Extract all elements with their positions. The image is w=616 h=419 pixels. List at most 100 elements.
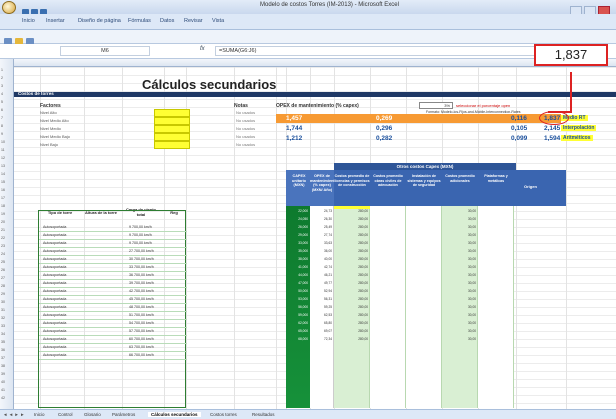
row-number[interactable]: 42 (1, 396, 5, 400)
cell-capex: 26,000 (298, 225, 308, 229)
cell-lic: 280,00 (358, 241, 368, 245)
row-headers[interactable]: 1 2 3 4 5 6 7 8 9 10 11 12 13 14 15 16 17 18 19 20 21 22 23 24 2… (0, 59, 14, 409)
row-number[interactable]: 16 (1, 188, 5, 192)
tab-revisar[interactable]: Revisar (184, 18, 203, 24)
opex-dropdown[interactable]: 3% (419, 102, 453, 109)
factor-input[interactable] (154, 125, 190, 133)
cell-adic: 30,00 (468, 249, 476, 253)
table-row[interactable]: Autosoportada 54 700,00 km/h (39, 320, 187, 328)
row-number[interactable]: 7 (1, 116, 3, 120)
sheet-tabs: ◄ ◄ ► ► Inicio Control Glosario Parámetr… (0, 409, 616, 419)
office-button-icon[interactable] (2, 1, 16, 14)
row-number[interactable]: 32 (1, 316, 5, 320)
table-row[interactable]: Autosoportada 27 700,00 km/h (39, 248, 187, 256)
row-number[interactable]: 20 (1, 220, 5, 224)
table-row[interactable]: Autosoportada 51 700,00 km/h (39, 312, 187, 320)
row-number[interactable]: 38 (1, 364, 5, 368)
sheet-nav-arrows[interactable]: ◄ ◄ ► ► (3, 412, 25, 417)
row-number[interactable]: 9 (1, 132, 3, 136)
row-number[interactable]: 36 (1, 348, 5, 352)
row-number[interactable]: 33 (1, 324, 5, 328)
fx-icon[interactable]: fx (200, 46, 205, 52)
tab-vista[interactable]: Vista (212, 18, 224, 24)
row-number[interactable]: 19 (1, 212, 5, 216)
table-row[interactable]: Autosoportada 36 700,00 km/h (39, 272, 187, 280)
row-number[interactable]: 25 (1, 260, 5, 264)
table-row[interactable]: Autosoportada 9 700,00 km/h (39, 240, 187, 248)
cell-tipo: Autosoportada (43, 257, 67, 261)
cell-carga: 33 700,00 km/h (129, 265, 154, 269)
sheet-tab[interactable]: Parámetros (112, 412, 135, 417)
row-number[interactable]: 2 (1, 76, 3, 80)
table-row[interactable]: Autosoportada 9 700,00 km/h (39, 232, 187, 240)
row-number[interactable]: 15 (1, 180, 5, 184)
tab-insertar[interactable]: Insertar (46, 18, 65, 24)
row-number[interactable]: 39 (1, 372, 5, 376)
table-row[interactable]: Autosoportada 48 700,00 km/h (39, 304, 187, 312)
row-number[interactable]: 35 (1, 340, 5, 344)
cell-opex: 46,21 (324, 273, 332, 277)
sheet-tab[interactable]: Resultados (252, 412, 275, 417)
tab-inicio[interactable]: Inicio (22, 18, 35, 24)
cell-opex: 26,30 (324, 217, 332, 221)
tab-diseno-pagina[interactable]: Diseño de página (78, 18, 121, 24)
tab-formulas[interactable]: Fórmulas (128, 18, 151, 24)
row-number[interactable]: 41 (1, 388, 5, 392)
formula-input[interactable]: =SUMA(G6:J6) (215, 46, 535, 56)
row-number[interactable]: 22 (1, 236, 5, 240)
table-row[interactable]: Autosoportada 66 700,00 km/h (39, 352, 187, 360)
row-number[interactable]: 40 (1, 380, 5, 384)
result-value: 0,105 (511, 125, 528, 132)
row-number[interactable]: 14 (1, 172, 5, 176)
row-number[interactable]: 31 (1, 308, 5, 312)
sheet-tab-active[interactable]: Cálculos secundarios (148, 412, 201, 417)
row-number[interactable]: 29 (1, 292, 5, 296)
factor-input[interactable] (154, 133, 190, 141)
table-row[interactable]: Autosoportada 45 700,00 km/h (39, 296, 187, 304)
table-row[interactable]: Autosoportada 57 700,00 km/h (39, 328, 187, 336)
tab-datos[interactable]: Datos (160, 18, 174, 24)
table-row[interactable]: Autosoportada 42 700,00 km/h (39, 288, 187, 296)
row-number[interactable]: 37 (1, 356, 5, 360)
worksheet[interactable]: Cálculos secundarios Costos de torres Fa… (14, 67, 616, 409)
row-number[interactable]: 23 (1, 244, 5, 248)
row-number[interactable]: 26 (1, 268, 5, 272)
row-number[interactable]: 12 (1, 156, 5, 160)
sheet-tab[interactable]: Inicio (34, 412, 45, 417)
sheet-tab[interactable]: Costos torres (210, 412, 237, 417)
row-number[interactable]: 27 (1, 276, 5, 280)
grid-line (14, 123, 616, 124)
sheet-tab[interactable]: Glosario (84, 412, 101, 417)
cell-capex: 29,000 (298, 233, 308, 237)
row-number[interactable]: 4 (1, 92, 3, 96)
row-number[interactable]: 5 (1, 100, 3, 104)
row-number[interactable]: 11 (1, 148, 5, 152)
row-number[interactable]: 18 (1, 204, 5, 208)
row-number[interactable]: 13 (1, 164, 5, 168)
factor-input[interactable] (154, 109, 190, 117)
table-row[interactable]: Autosoportada 30 700,00 km/h (39, 256, 187, 264)
row-number[interactable]: 8 (1, 124, 3, 128)
table-row[interactable]: Autosoportada 33 700,00 km/h (39, 264, 187, 272)
column-headers[interactable] (14, 59, 616, 67)
row-number[interactable]: 10 (1, 140, 5, 144)
table-row[interactable]: Autosoportada 39 700,00 km/h (39, 280, 187, 288)
sheet-tab[interactable]: Control (58, 412, 73, 417)
row-number[interactable]: 30 (1, 300, 5, 304)
factor-input[interactable] (154, 141, 190, 149)
table-row[interactable]: Autosoportada 60 700,00 km/h (39, 336, 187, 344)
row-number[interactable]: 3 (1, 84, 3, 88)
table-row[interactable]: Autosoportada 9 700,00 km/h (39, 224, 187, 232)
row-number[interactable]: 34 (1, 332, 5, 336)
row-number[interactable]: 6 (1, 108, 3, 112)
row-number[interactable]: 24 (1, 252, 5, 256)
row-number[interactable]: 1 (1, 68, 3, 72)
formula-bar: M6 fx =SUMA(G6:J6) (0, 44, 616, 59)
factor-input[interactable] (154, 117, 190, 125)
row-number[interactable]: 28 (1, 284, 5, 288)
table-row[interactable]: Autosoportada 63 700,00 km/h (39, 344, 187, 352)
row-number[interactable]: 21 (1, 228, 5, 232)
cell-capex: 68,000 (298, 337, 308, 341)
row-number[interactable]: 17 (1, 196, 5, 200)
name-box[interactable]: M6 (60, 46, 150, 56)
